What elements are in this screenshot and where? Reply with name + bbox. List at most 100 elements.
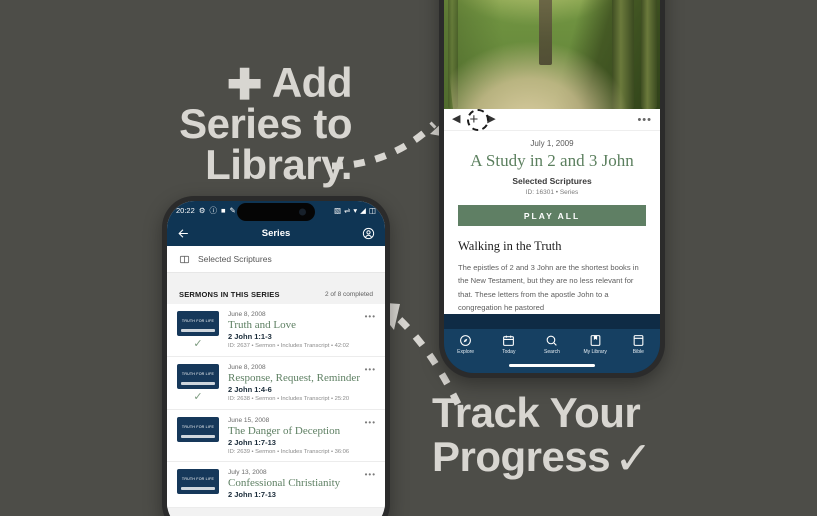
completed-count: 2 of 8 completed xyxy=(324,291,373,298)
sermons-section-header: SERMONS IN THIS SERIES 2 of 8 completed xyxy=(167,285,385,304)
back-arrow-icon[interactable] xyxy=(177,227,190,240)
sermon-reference: 2 John 1:1-3 xyxy=(228,332,272,342)
list-item[interactable]: TRUTH FOR LIFE ✓ June 8, 2008 Truth and … xyxy=(167,304,385,357)
cast-icon: ▧ xyxy=(333,206,342,215)
dynamic-island xyxy=(237,203,315,221)
completed-check-icon: ✓ xyxy=(193,391,203,403)
promo-add-line1: Add xyxy=(271,59,353,106)
promo-graphic: ✚ Add Series to Library. Track Your Prog… xyxy=(0,0,817,516)
thumbnail-logo: TRUTH FOR LIFE xyxy=(181,319,215,324)
thumbnail-logo: TRUTH FOR LIFE xyxy=(181,425,215,430)
detail-toolbar: ◀ + ▶ ••• xyxy=(444,109,660,131)
sermon-more-icon[interactable]: ••• xyxy=(365,365,376,374)
account-icon[interactable] xyxy=(362,227,375,240)
book-icon xyxy=(179,255,190,263)
thumbnail-logo: TRUTH FOR LIFE xyxy=(181,372,215,377)
tab-label: Today xyxy=(502,349,516,355)
highlight-ring-add-button xyxy=(467,109,489,131)
promo-add-line3: Library. xyxy=(205,141,352,189)
signal-icon: ◢ xyxy=(360,206,366,215)
status-time: 20:22 xyxy=(176,206,195,215)
promo-headline-add-series: ✚ Add Series to Library. xyxy=(0,59,353,189)
book-icon xyxy=(633,335,644,346)
vpn-icon: ⇌ xyxy=(344,206,351,215)
sermon-date: June 8, 2008 xyxy=(228,364,266,371)
page-title: Series xyxy=(261,227,291,239)
sermon-reference: 2 John 1:7-13 xyxy=(228,438,276,448)
sermon-meta: ID: 2637 • Sermon • Includes Transcript … xyxy=(228,343,350,350)
sermon-date: June 15, 2008 xyxy=(228,417,270,424)
promo-track-line1: Track Your xyxy=(432,389,641,436)
pencil-icon: ✎ xyxy=(229,206,236,215)
series-description: The epistles of 2 and 3 John are the sho… xyxy=(458,263,639,312)
series-subtitle: Selected Scriptures xyxy=(512,176,592,187)
sermon-title: Confessional Christianity xyxy=(228,477,341,490)
tab-my-library[interactable]: My Library xyxy=(574,334,617,355)
home-indicator xyxy=(509,364,595,367)
square-icon: ■ xyxy=(221,206,226,215)
wifi-icon: ▾ xyxy=(353,206,358,215)
check-icon: ✓ xyxy=(614,432,653,485)
series-meta: ID: 16301 • Series xyxy=(525,189,579,197)
bottom-tab-bar: Explore Today Search My Library Bible xyxy=(444,329,660,373)
back-icon[interactable]: ◀ xyxy=(452,114,460,125)
calendar-icon xyxy=(503,335,515,346)
sermon-thumbnail: TRUTH FOR LIFE xyxy=(177,311,219,336)
sermon-meta: ID: 2638 • Sermon • Includes Transcript … xyxy=(228,396,350,403)
tab-label: My Library xyxy=(583,349,607,355)
series-section-heading: Walking in the Truth xyxy=(458,239,562,254)
series-title: A Study in 2 and 3 John xyxy=(470,151,634,170)
sermon-title: Truth and Love xyxy=(228,319,297,331)
sermon-reference: 2 John 1:7-13 xyxy=(228,490,276,500)
tab-label: Explore xyxy=(457,349,475,355)
sermon-thumbnail: TRUTH FOR LIFE xyxy=(177,364,219,389)
sermon-list[interactable]: TRUTH FOR LIFE ✓ June 8, 2008 Truth and … xyxy=(167,304,385,509)
sermon-meta: ID: 2639 • Sermon • Includes Transcript … xyxy=(228,449,350,456)
compass-icon xyxy=(460,335,472,346)
tab-label: Search xyxy=(544,349,560,355)
phone-mockup-series-list: 20:22 ⚙ ⓘ ■ ✎ ▧ ⇌ ▾ ◢ ◫ Series Selected … xyxy=(162,196,390,516)
sermon-title: The Danger of Deception xyxy=(228,425,341,437)
tab-search[interactable]: Search xyxy=(530,334,573,355)
list-item[interactable]: TRUTH FOR LIFE June 15, 2008 The Danger … xyxy=(167,410,385,463)
series-hero-image xyxy=(444,0,660,109)
info-icon: ⓘ xyxy=(209,206,218,215)
series-navbar: Series xyxy=(167,220,385,246)
gear-icon: ⚙ xyxy=(198,206,206,215)
tab-bible[interactable]: Bible xyxy=(617,334,660,355)
list-item[interactable]: TRUTH FOR LIFE ✓ June 8, 2008 Response, … xyxy=(167,357,385,410)
battery-icon: ◫ xyxy=(368,206,376,215)
android-status-bar: 20:22 ⚙ ⓘ ■ ✎ ▧ ⇌ ▾ ◢ ◫ xyxy=(167,201,385,221)
hero-person-figure xyxy=(539,0,553,65)
sermon-more-icon[interactable]: ••• xyxy=(365,470,376,479)
tab-today[interactable]: Today xyxy=(487,334,530,355)
series-detail-body: July 1, 2009 A Study in 2 and 3 John Sel… xyxy=(444,131,660,315)
play-all-button[interactable]: PLAY ALL xyxy=(458,205,646,227)
promo-track-line2: Progress xyxy=(432,433,611,481)
bookmark-icon xyxy=(590,335,601,346)
list-item[interactable]: TRUTH FOR LIFE July 13, 2008 Confessiona… xyxy=(167,462,385,509)
promo-add-line2: Series to xyxy=(179,100,352,148)
sermon-thumbnail: TRUTH FOR LIFE xyxy=(177,469,219,495)
tab-label: Bible xyxy=(632,349,644,355)
phone-mockup-series-detail: ◀ + ▶ ••• July 1, 2009 A Study in 2 and … xyxy=(439,0,665,378)
sermon-date: June 8, 2008 xyxy=(228,311,266,318)
thumbnail-logo: TRUTH FOR LIFE xyxy=(181,477,215,482)
sermon-title: Response, Request, Reminder xyxy=(228,372,360,384)
sermon-more-icon[interactable]: ••• xyxy=(365,418,376,427)
sermon-more-icon[interactable]: ••• xyxy=(365,312,376,321)
spacer xyxy=(167,273,385,285)
completed-check-icon: ✓ xyxy=(193,338,203,350)
sermon-reference: 2 John 1:4-6 xyxy=(228,385,272,395)
tab-explore[interactable]: Explore xyxy=(444,334,487,355)
series-date: July 1, 2009 xyxy=(530,139,574,148)
search-icon xyxy=(547,335,558,346)
scripture-label: Selected Scriptures xyxy=(198,254,272,264)
sermon-date: July 13, 2008 xyxy=(228,469,267,477)
plus-icon: ✚ xyxy=(227,61,263,108)
sermon-thumbnail: TRUTH FOR LIFE xyxy=(177,417,219,442)
promo-headline-track-progress: Track Your Progress✓ xyxy=(432,389,782,485)
section-title: SERMONS IN THIS SERIES xyxy=(179,290,280,299)
more-options-icon[interactable]: ••• xyxy=(637,114,652,126)
scripture-row[interactable]: Selected Scriptures xyxy=(167,246,385,273)
